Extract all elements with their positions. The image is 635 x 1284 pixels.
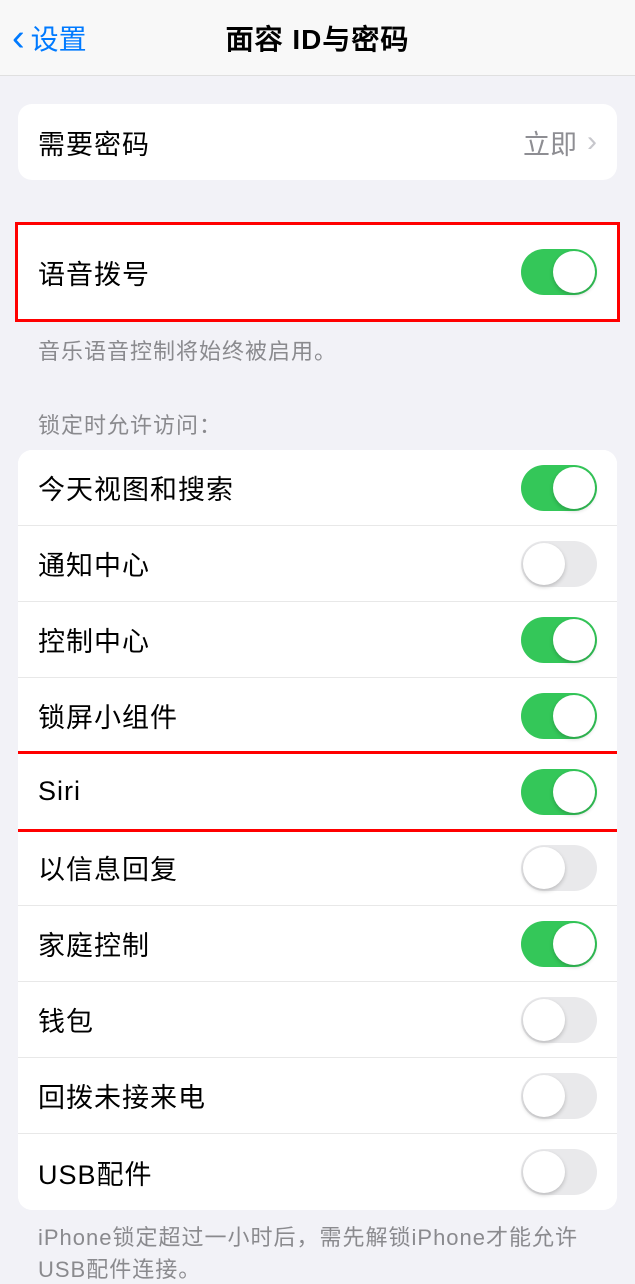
lock-access-label: 控制中心 <box>38 620 150 659</box>
voice-dial-group: 语音拨号 <box>18 225 617 319</box>
chevron-left-icon: ‹ <box>12 19 25 57</box>
lock-access-label: 今天视图和搜索 <box>38 468 234 507</box>
lock-access-toggle[interactable] <box>521 465 597 511</box>
toggle-knob <box>553 771 595 813</box>
toggle-knob <box>523 847 565 889</box>
voice-dial-highlight: 语音拨号 <box>15 222 620 322</box>
lock-access-row: 回拨未接来电 <box>18 1058 617 1134</box>
lock-access-row: Siri <box>18 754 617 830</box>
toggle-knob <box>523 1075 565 1117</box>
voice-dial-label: 语音拨号 <box>38 253 150 292</box>
lock-access-row: 钱包 <box>18 982 617 1058</box>
lock-access-toggle[interactable] <box>521 617 597 663</box>
lock-access-row: 锁屏小组件 <box>18 678 617 754</box>
voice-dial-toggle[interactable] <box>521 249 597 295</box>
lock-access-toggle[interactable] <box>521 921 597 967</box>
lock-access-toggle[interactable] <box>521 997 597 1043</box>
voice-dial-row: 语音拨号 <box>18 225 617 319</box>
require-passcode-row[interactable]: 需要密码 立即 › <box>18 104 617 180</box>
navigation-bar: ‹ 设置 面容 ID与密码 <box>0 0 635 76</box>
toggle-knob <box>523 1151 565 1193</box>
lock-access-label: USB配件 <box>38 1153 153 1192</box>
lock-access-label: 以信息回复 <box>38 848 178 887</box>
lock-access-toggle[interactable] <box>521 1073 597 1119</box>
toggle-knob <box>553 251 595 293</box>
lock-access-row: 控制中心 <box>18 602 617 678</box>
lock-access-label: Siri <box>38 776 81 807</box>
toggle-knob <box>553 619 595 661</box>
require-passcode-value: 立即 › <box>523 123 597 162</box>
lock-access-footer: iPhone锁定超过一小时后，需先解锁iPhone才能允许USB配件连接。 <box>18 1210 617 1284</box>
toggle-knob <box>553 695 595 737</box>
lock-access-label: 锁屏小组件 <box>38 696 178 735</box>
lock-access-toggle[interactable] <box>521 693 597 739</box>
page-title: 面容 ID与密码 <box>226 18 410 58</box>
toggle-knob <box>553 467 595 509</box>
back-label: 设置 <box>31 18 87 58</box>
lock-access-toggle[interactable] <box>521 541 597 587</box>
lock-access-toggle[interactable] <box>521 1149 597 1195</box>
toggle-knob <box>523 999 565 1041</box>
voice-dial-footer: 音乐语音控制将始终被启用。 <box>18 322 617 366</box>
lock-access-row: USB配件 <box>18 1134 617 1210</box>
chevron-right-icon: › <box>587 125 597 159</box>
lock-access-header: 锁定时允许访问： <box>18 408 617 450</box>
lock-access-toggle[interactable] <box>521 845 597 891</box>
content-area: 需要密码 立即 › 语音拨号 音乐语音控制将始终被启用。 锁定时允许访问： 今天… <box>0 76 635 1284</box>
lock-access-row: 通知中心 <box>18 526 617 602</box>
lock-access-label: 回拨未接来电 <box>38 1076 206 1115</box>
lock-access-row: 以信息回复 <box>18 830 617 906</box>
lock-access-label: 通知中心 <box>38 544 150 583</box>
lock-access-toggle[interactable] <box>521 769 597 815</box>
passcode-group: 需要密码 立即 › <box>18 104 617 180</box>
toggle-knob <box>553 923 595 965</box>
lock-access-group: 今天视图和搜索通知中心控制中心锁屏小组件 Siri 以信息回复家庭控制钱包回拨未接来… <box>18 450 617 1210</box>
lock-access-label: 家庭控制 <box>38 924 150 963</box>
lock-access-label: 钱包 <box>38 1000 94 1039</box>
back-button[interactable]: ‹ 设置 <box>0 18 87 58</box>
require-passcode-label: 需要密码 <box>38 123 150 162</box>
lock-access-row: 今天视图和搜索 <box>18 450 617 526</box>
lock-access-row: 家庭控制 <box>18 906 617 982</box>
toggle-knob <box>523 543 565 585</box>
